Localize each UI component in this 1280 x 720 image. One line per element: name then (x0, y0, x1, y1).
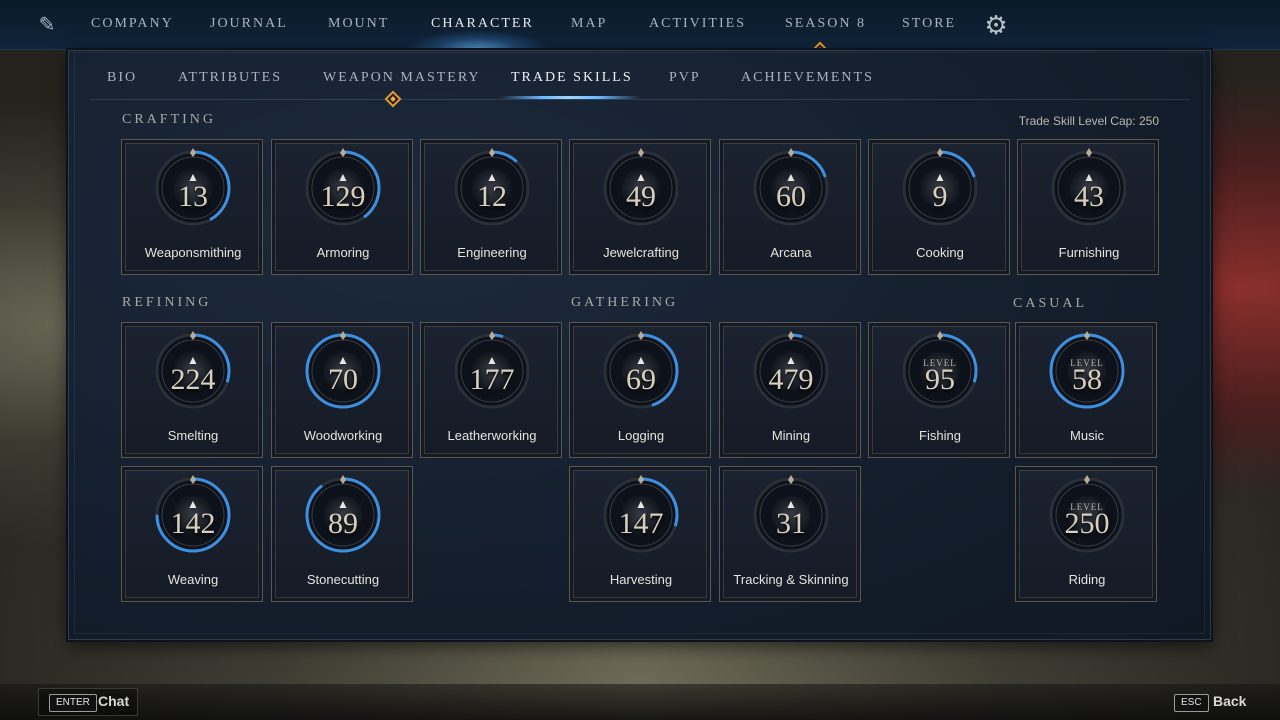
skill-name: Riding (1068, 572, 1106, 587)
nav-map[interactable]: MAP (571, 16, 607, 32)
skill-level: 89 (328, 507, 358, 540)
skill-card-music[interactable]: LEVEL 58 Music (1015, 322, 1157, 458)
skill-level: 13 (178, 180, 208, 213)
skill-name: Woodworking (303, 428, 383, 443)
skill-level: 58 (1072, 363, 1102, 396)
skill-level: 224 (170, 363, 216, 396)
nav-season[interactable]: SEASON 8 (785, 16, 866, 32)
skill-card-riding[interactable]: LEVEL 250 Riding (1015, 466, 1157, 602)
skill-level: 147 (618, 507, 664, 540)
skill-name: Engineering (457, 245, 527, 260)
profile-icon[interactable]: ✎ (34, 12, 60, 38)
skill-level: 95 (925, 363, 955, 396)
tab-bio[interactable]: BIO (107, 70, 137, 86)
back-label[interactable]: Back (1213, 693, 1246, 709)
skill-name: Music (1070, 428, 1104, 443)
nav-company[interactable]: COMPANY (91, 16, 174, 32)
esc-key-icon: ESC (1174, 694, 1209, 712)
skill-name: Jewelcrafting (603, 245, 679, 260)
skill-level: 60 (776, 180, 806, 213)
bottom-hint-bar (0, 684, 1280, 720)
subnav-divider (90, 99, 1190, 100)
skill-level: 250 (1064, 507, 1110, 540)
skill-level: 9 (932, 180, 948, 213)
skill-card-woodworking[interactable]: ▲ 70 Woodworking (271, 322, 413, 458)
skill-card-arcana[interactable]: ▲ 60 Arcana (719, 139, 861, 275)
skill-card-furnishing[interactable]: ▲ 43 Furnishing (1017, 139, 1159, 275)
section-refining: REFINING (122, 295, 212, 310)
tab-attributes[interactable]: ATTRIBUTES (178, 70, 282, 86)
skill-level: 31 (776, 507, 806, 540)
skill-level: 479 (768, 363, 814, 396)
skill-card-cooking[interactable]: ▲ 9 Cooking (868, 139, 1010, 275)
skill-level: 49 (626, 180, 656, 213)
skill-name: Leatherworking (447, 428, 537, 443)
skill-name: Furnishing (1058, 245, 1120, 260)
skill-card-smelting[interactable]: ▲ 224 Smelting (121, 322, 263, 458)
nav-character[interactable]: CHARACTER (431, 16, 534, 32)
tab-achievements[interactable]: ACHIEVEMENTS (741, 70, 874, 86)
skill-level: 70 (328, 363, 358, 396)
enter-key-icon: ENTER (49, 694, 97, 712)
skill-name: Arcana (770, 245, 812, 260)
nav-mount[interactable]: MOUNT (328, 16, 389, 32)
skill-card-armoring[interactable]: ▲ 129 Armoring (271, 139, 413, 275)
skill-level: 12 (477, 180, 507, 213)
section-gathering: GATHERING (571, 295, 679, 310)
active-subtab-underline (500, 96, 640, 99)
nav-activities[interactable]: ACTIVITIES (649, 16, 746, 32)
top-navigation-bar: ✎ (0, 0, 1280, 50)
skill-card-stonecutting[interactable]: ▲ 89 Stonecutting (271, 466, 413, 602)
nav-journal[interactable]: JOURNAL (210, 16, 288, 32)
active-tab-glow (405, 30, 550, 50)
skill-level: 43 (1074, 180, 1104, 213)
skill-name: Mining (771, 428, 811, 443)
tab-trade-skills[interactable]: TRADE SKILLS (511, 70, 633, 86)
skill-card-tracking-and-skinning[interactable]: ▲ 31 Tracking & Skinning (719, 466, 861, 602)
skill-name: Weaponsmithing (144, 245, 242, 260)
skill-name: Stonecutting (306, 572, 380, 587)
skill-card-weaponsmithing[interactable]: ▲ 13 Weaponsmithing (121, 139, 263, 275)
skill-name: Tracking & Skinning (733, 572, 849, 587)
chat-label[interactable]: Chat (98, 693, 129, 709)
skill-level: 129 (320, 180, 366, 213)
skill-name: Smelting (167, 428, 219, 443)
skill-name: Fishing (919, 428, 961, 443)
skill-name: Armoring (316, 245, 370, 260)
gear-icon[interactable]: ⚙ (983, 12, 1009, 38)
skill-card-weaving[interactable]: ▲ 142 Weaving (121, 466, 263, 602)
skill-card-leatherworking[interactable]: ▲ 177 Leatherworking (420, 322, 562, 458)
skill-level: 177 (469, 363, 515, 396)
skill-name: Harvesting (609, 572, 673, 587)
skill-level: 142 (170, 507, 216, 540)
skill-name: Cooking (916, 245, 964, 260)
tab-pvp[interactable]: PVP (669, 70, 701, 86)
section-casual: CASUAL (1013, 296, 1088, 311)
skill-card-jewelcrafting[interactable]: ▲ 49 Jewelcrafting (569, 139, 711, 275)
level-cap-text: Trade Skill Level Cap: 250 (1018, 114, 1159, 128)
nav-store[interactable]: STORE (902, 16, 956, 32)
tab-weapon-mastery[interactable]: WEAPON MASTERY (323, 70, 481, 86)
skill-card-mining[interactable]: ▲ 479 Mining (719, 322, 861, 458)
section-crafting: CRAFTING (122, 112, 217, 127)
skill-card-fishing[interactable]: LEVEL 95 Fishing (868, 322, 1010, 458)
skill-card-engineering[interactable]: ▲ 12 Engineering (420, 139, 562, 275)
skill-name: Weaving (167, 572, 219, 587)
skill-card-harvesting[interactable]: ▲ 147 Harvesting (569, 466, 711, 602)
skill-card-logging[interactable]: ▲ 69 Logging (569, 322, 711, 458)
skill-level: 69 (626, 363, 656, 396)
skill-name: Logging (617, 428, 665, 443)
